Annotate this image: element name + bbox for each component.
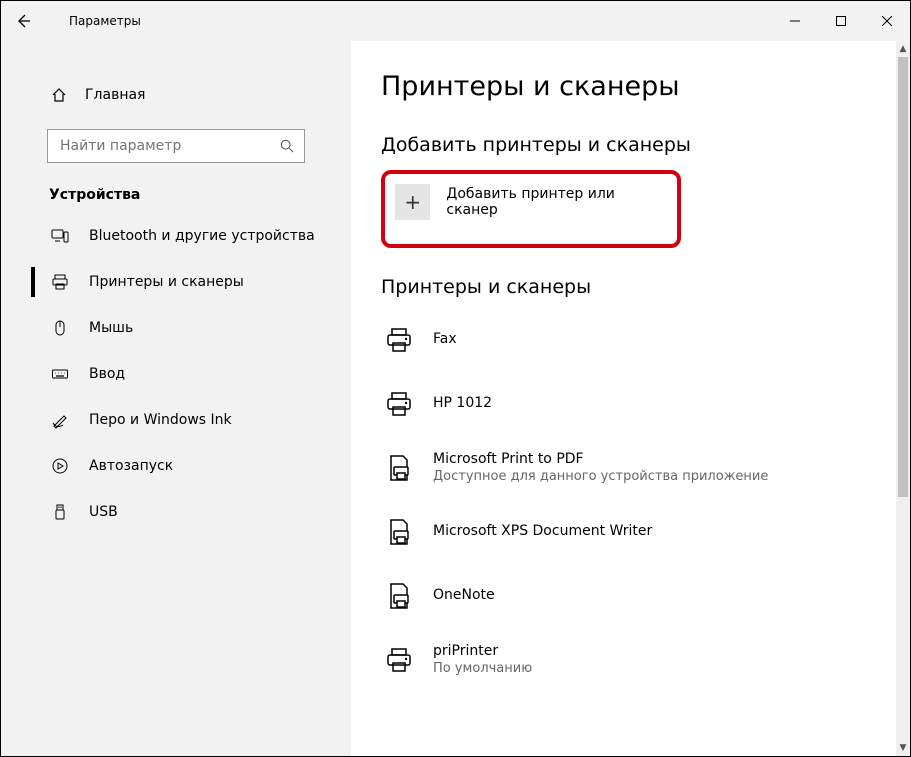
add-section-heading: Добавить принтеры и сканеры	[381, 134, 880, 156]
sidebar-item-bluetooth[interactable]: Bluetooth и другие устройства	[1, 213, 351, 259]
list-item[interactable]: OneNote	[381, 568, 880, 632]
sidebar-item-pen[interactable]: Перо и Windows Ink	[1, 397, 351, 443]
maximize-button[interactable]	[818, 1, 864, 41]
maximize-icon	[836, 16, 846, 26]
arrow-left-icon	[15, 13, 31, 29]
sidebar-item-label: Автозапуск	[89, 458, 173, 474]
printer-icon	[381, 322, 417, 358]
add-printer-highlight: + Добавить принтер или сканер	[381, 170, 681, 248]
sidebar-item-label: Ввод	[89, 366, 125, 382]
sidebar-item-label: USB	[89, 504, 118, 520]
printer-sub: Доступное для данного устройства приложе…	[433, 469, 768, 484]
printer-list: Fax HP 1012 Microsoft Print to PDF Досту…	[381, 312, 880, 696]
printer-name: priPrinter	[433, 643, 498, 659]
printer-name: HP 1012	[433, 395, 492, 411]
keyboard-icon	[51, 365, 69, 383]
sidebar-home-label: Главная	[85, 87, 145, 103]
sidebar-item-label: Bluetooth и другие устройства	[89, 228, 315, 244]
sidebar-item-typing[interactable]: Ввод	[1, 351, 351, 397]
sidebar-item-label: Мышь	[89, 320, 133, 336]
minimize-icon	[790, 16, 800, 26]
search-icon	[280, 139, 294, 153]
document-printer-icon	[381, 450, 417, 486]
printer-icon	[381, 642, 417, 678]
list-item[interactable]: HP 1012	[381, 376, 880, 440]
devices-icon	[51, 227, 69, 245]
add-printer-label: Добавить принтер или сканер	[446, 186, 667, 218]
mouse-icon	[51, 319, 69, 337]
scroll-up-icon[interactable]: ▲	[896, 41, 910, 57]
list-item[interactable]: Fax	[381, 312, 880, 376]
sidebar: Главная Устройства Bluetooth и другие ус…	[1, 41, 351, 756]
plus-icon: +	[395, 184, 430, 220]
printer-name: Fax	[433, 331, 457, 347]
back-button[interactable]	[15, 13, 47, 29]
printer-name: Microsoft XPS Document Writer	[433, 523, 652, 539]
list-item[interactable]: Microsoft XPS Document Writer	[381, 504, 880, 568]
printer-name: OneNote	[433, 587, 495, 603]
scrollbar-thumb[interactable]	[898, 57, 908, 497]
printers-section-heading: Принтеры и сканеры	[381, 276, 880, 298]
list-item[interactable]: Microsoft Print to PDF Доступное для дан…	[381, 440, 880, 504]
printer-icon	[381, 386, 417, 422]
close-button[interactable]	[864, 1, 910, 41]
sidebar-section-label: Устройства	[1, 171, 351, 213]
add-printer-button[interactable]: + Добавить принтер или сканер	[395, 184, 667, 220]
printer-sub: По умолчанию	[433, 661, 532, 676]
sidebar-item-label: Перо и Windows Ink	[89, 412, 232, 428]
scroll-down-icon[interactable]: ▼	[896, 740, 910, 756]
main-content: Принтеры и сканеры Добавить принтеры и с…	[351, 41, 910, 756]
sidebar-item-autoplay[interactable]: Автозапуск	[1, 443, 351, 489]
sidebar-home[interactable]: Главная	[1, 75, 351, 115]
scrollbar[interactable]: ▲ ▼	[896, 41, 910, 756]
minimize-button[interactable]	[772, 1, 818, 41]
pen-icon	[51, 411, 69, 429]
page-title: Принтеры и сканеры	[381, 71, 880, 102]
window-controls	[772, 1, 910, 41]
usb-icon	[51, 503, 69, 521]
document-printer-icon	[381, 514, 417, 550]
home-icon	[51, 87, 67, 103]
sidebar-item-label: Принтеры и сканеры	[89, 274, 244, 290]
printer-name: Microsoft Print to PDF	[433, 451, 584, 467]
close-icon	[882, 16, 892, 26]
window-title: Параметры	[69, 14, 141, 28]
search-input[interactable]	[58, 137, 280, 155]
document-printer-icon	[381, 578, 417, 614]
printer-icon	[51, 273, 69, 291]
sidebar-item-usb[interactable]: USB	[1, 489, 351, 535]
autoplay-icon	[51, 457, 69, 475]
sidebar-item-mouse[interactable]: Мышь	[1, 305, 351, 351]
sidebar-item-printers[interactable]: Принтеры и сканеры	[1, 259, 351, 305]
list-item[interactable]: priPrinter По умолчанию	[381, 632, 880, 696]
search-box[interactable]	[47, 129, 305, 163]
